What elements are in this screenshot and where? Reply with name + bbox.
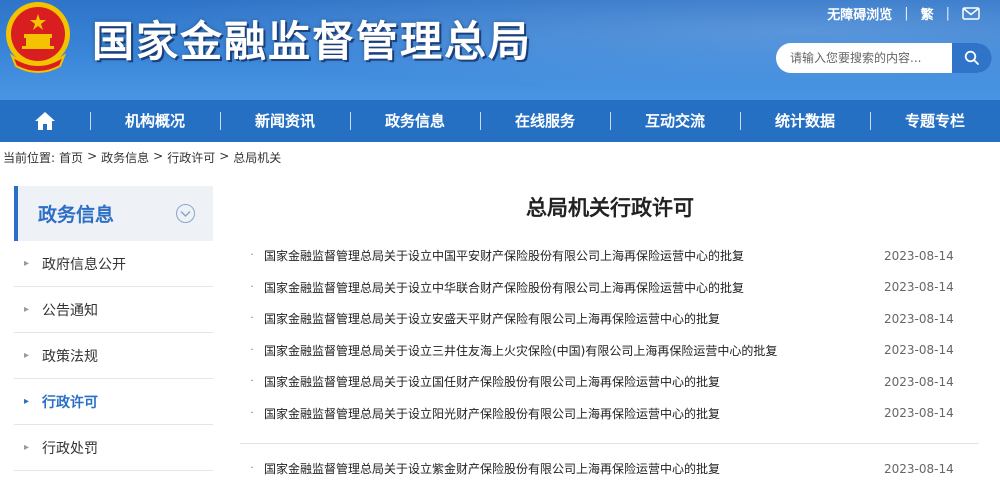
page-title: 总局机关行政许可 [526,196,694,220]
list-item-date: 2023-08-14 [884,343,954,358]
list-item-date: 2023-08-14 [884,461,954,476]
sidebar-item-label: 行政许可 [42,394,98,411]
breadcrumb-separator: > [87,149,98,163]
search-icon [964,50,979,65]
list-item-date: 2023-08-14 [884,280,954,295]
breadcrumb: 当前位置: 首页 > 政务信息 > 行政许可 > 总局机关 [3,149,281,166]
list-item[interactable]: · 国家金融监督管理总局关于设立紫金财产保险股份有限公司上海再保险运营中心的批复… [240,453,980,485]
triangle-right-icon: ▸ [24,350,30,361]
list-item-title[interactable]: 国家金融监督管理总局关于设立三井住友海上火灾保险(中国)有限公司上海再保险运营中… [264,342,884,359]
site-header: 国家金融监督管理总局 无障碍浏览 | 繁 | [0,0,1000,100]
list-item-date: 2023-08-14 [884,311,954,326]
list-item[interactable]: · 国家金融监督管理总局关于设立安盛天平财产保险有限公司上海再保险运营中心的批复… [240,303,980,335]
list-divider [240,443,979,444]
traditional-chinese-link[interactable]: 繁 [921,4,934,23]
list-item[interactable]: · 国家金融监督管理总局关于设立国任财产保险股份有限公司上海再保险运营中心的批复… [240,366,980,398]
sidebar-item-government-info-disclosure[interactable]: ▸ 政府信息公开 [14,241,213,287]
breadcrumb-link-home[interactable]: 首页 [59,149,83,166]
chevron-down-circle-icon[interactable] [176,204,195,223]
nav-item-statistics[interactable]: 统计数据 [740,100,870,142]
breadcrumb-current[interactable]: 总局机关 [233,149,281,166]
list-item[interactable]: · 国家金融监督管理总局关于设立三井住友海上火灾保险(中国)有限公司上海再保险运… [240,335,980,367]
nav-item-news[interactable]: 新闻资讯 [220,100,350,142]
site-title[interactable]: 国家金融监督管理总局 [92,8,532,69]
mail-icon[interactable] [962,7,980,20]
sidebar: 政务信息 ▸ 政府信息公开 ▸ 公告通知 ▸ 政策法规 ▸ 行政许可 ▸ 行政处… [14,186,213,471]
accessibility-link[interactable]: 无障碍浏览 [827,4,892,23]
breadcrumb-link-government-info[interactable]: 政务信息 [101,149,149,166]
list-item-title[interactable]: 国家金融监督管理总局关于设立国任财产保险股份有限公司上海再保险运营中心的批复 [264,373,884,390]
link-separator: | [945,6,950,21]
bullet-icon: · [250,313,254,325]
triangle-right-icon: ▸ [24,304,30,315]
nav-item-online-services[interactable]: 在线服务 [480,100,610,142]
triangle-right-icon: ▸ [24,258,30,269]
list-item-title[interactable]: 国家金融监督管理总局关于设立中华联合财产保险股份有限公司上海再保险运营中心的批复 [264,279,884,296]
sidebar-title: 政务信息 [38,204,115,226]
sidebar-item-announcements[interactable]: ▸ 公告通知 [14,287,213,333]
sidebar-item-regulations[interactable]: ▸ 政策法规 [14,333,213,379]
breadcrumb-label: 当前位置: [3,151,56,165]
list-item-title[interactable]: 国家金融监督管理总局关于设立安盛天平财产保险有限公司上海再保险运营中心的批复 [264,310,884,327]
list-item[interactable]: · 国家金融监督管理总局关于设立中华联合财产保险股份有限公司上海再保险运营中心的… [240,272,980,304]
top-links: 无障碍浏览 | 繁 | [827,4,980,23]
search-input[interactable] [776,43,952,73]
sidebar-item-penalties[interactable]: ▸ 行政处罚 [14,425,213,471]
sidebar-item-licensing[interactable]: ▸ 行政许可 [14,379,213,425]
triangle-right-icon: ▸ [24,396,30,407]
breadcrumb-link-licensing[interactable]: 行政许可 [167,149,215,166]
main-nav: 机构概况 新闻资讯 政务信息 在线服务 互动交流 统计数据 专题专栏 [0,100,1000,142]
triangle-right-icon: ▸ [24,442,30,453]
breadcrumb-separator: > [153,149,164,163]
link-separator: | [904,6,909,21]
national-emblem-logo[interactable] [2,0,74,74]
main-content: 总局机关行政许可 · 国家金融监督管理总局关于设立中国平安财产保险股份有限公司上… [240,186,980,485]
sidebar-item-label: 政府信息公开 [42,256,126,273]
list-item-date: 2023-08-14 [884,406,954,421]
nav-item-about[interactable]: 机构概况 [90,100,220,142]
list-item[interactable]: · 国家金融监督管理总局关于设立阳光财产保险股份有限公司上海再保险运营中心的批复… [240,398,980,430]
list-item-date: 2023-08-14 [884,248,954,263]
nav-item-interaction[interactable]: 互动交流 [610,100,740,142]
breadcrumb-separator: > [219,149,230,163]
bullet-icon: · [250,376,254,388]
bullet-icon: · [250,463,254,475]
bullet-icon: · [250,250,254,262]
list-item-date: 2023-08-14 [884,374,954,389]
sidebar-item-label: 行政处罚 [42,440,98,457]
list-item-title[interactable]: 国家金融监督管理总局关于设立中国平安财产保险股份有限公司上海再保险运营中心的批复 [264,247,884,264]
search-box [776,43,992,73]
home-icon [35,112,55,130]
nav-home[interactable] [0,100,90,142]
search-button[interactable] [952,43,992,73]
nav-item-special-topics[interactable]: 专题专栏 [870,100,1000,142]
list-item[interactable]: · 国家金融监督管理总局关于设立中国平安财产保险股份有限公司上海再保险运营中心的… [240,240,980,272]
list-item-title[interactable]: 国家金融监督管理总局关于设立紫金财产保险股份有限公司上海再保险运营中心的批复 [264,460,884,477]
bullet-icon: · [250,281,254,293]
bullet-icon: · [250,407,254,419]
sidebar-item-label: 公告通知 [42,302,98,319]
sidebar-item-label: 政策法规 [42,348,98,365]
document-list: · 国家金融监督管理总局关于设立中国平安财产保险股份有限公司上海再保险运营中心的… [240,240,980,485]
nav-item-government-info[interactable]: 政务信息 [350,100,480,142]
bullet-icon: · [250,344,254,356]
sidebar-header: 政务信息 [14,186,213,241]
list-item-title[interactable]: 国家金融监督管理总局关于设立阳光财产保险股份有限公司上海再保险运营中心的批复 [264,405,884,422]
